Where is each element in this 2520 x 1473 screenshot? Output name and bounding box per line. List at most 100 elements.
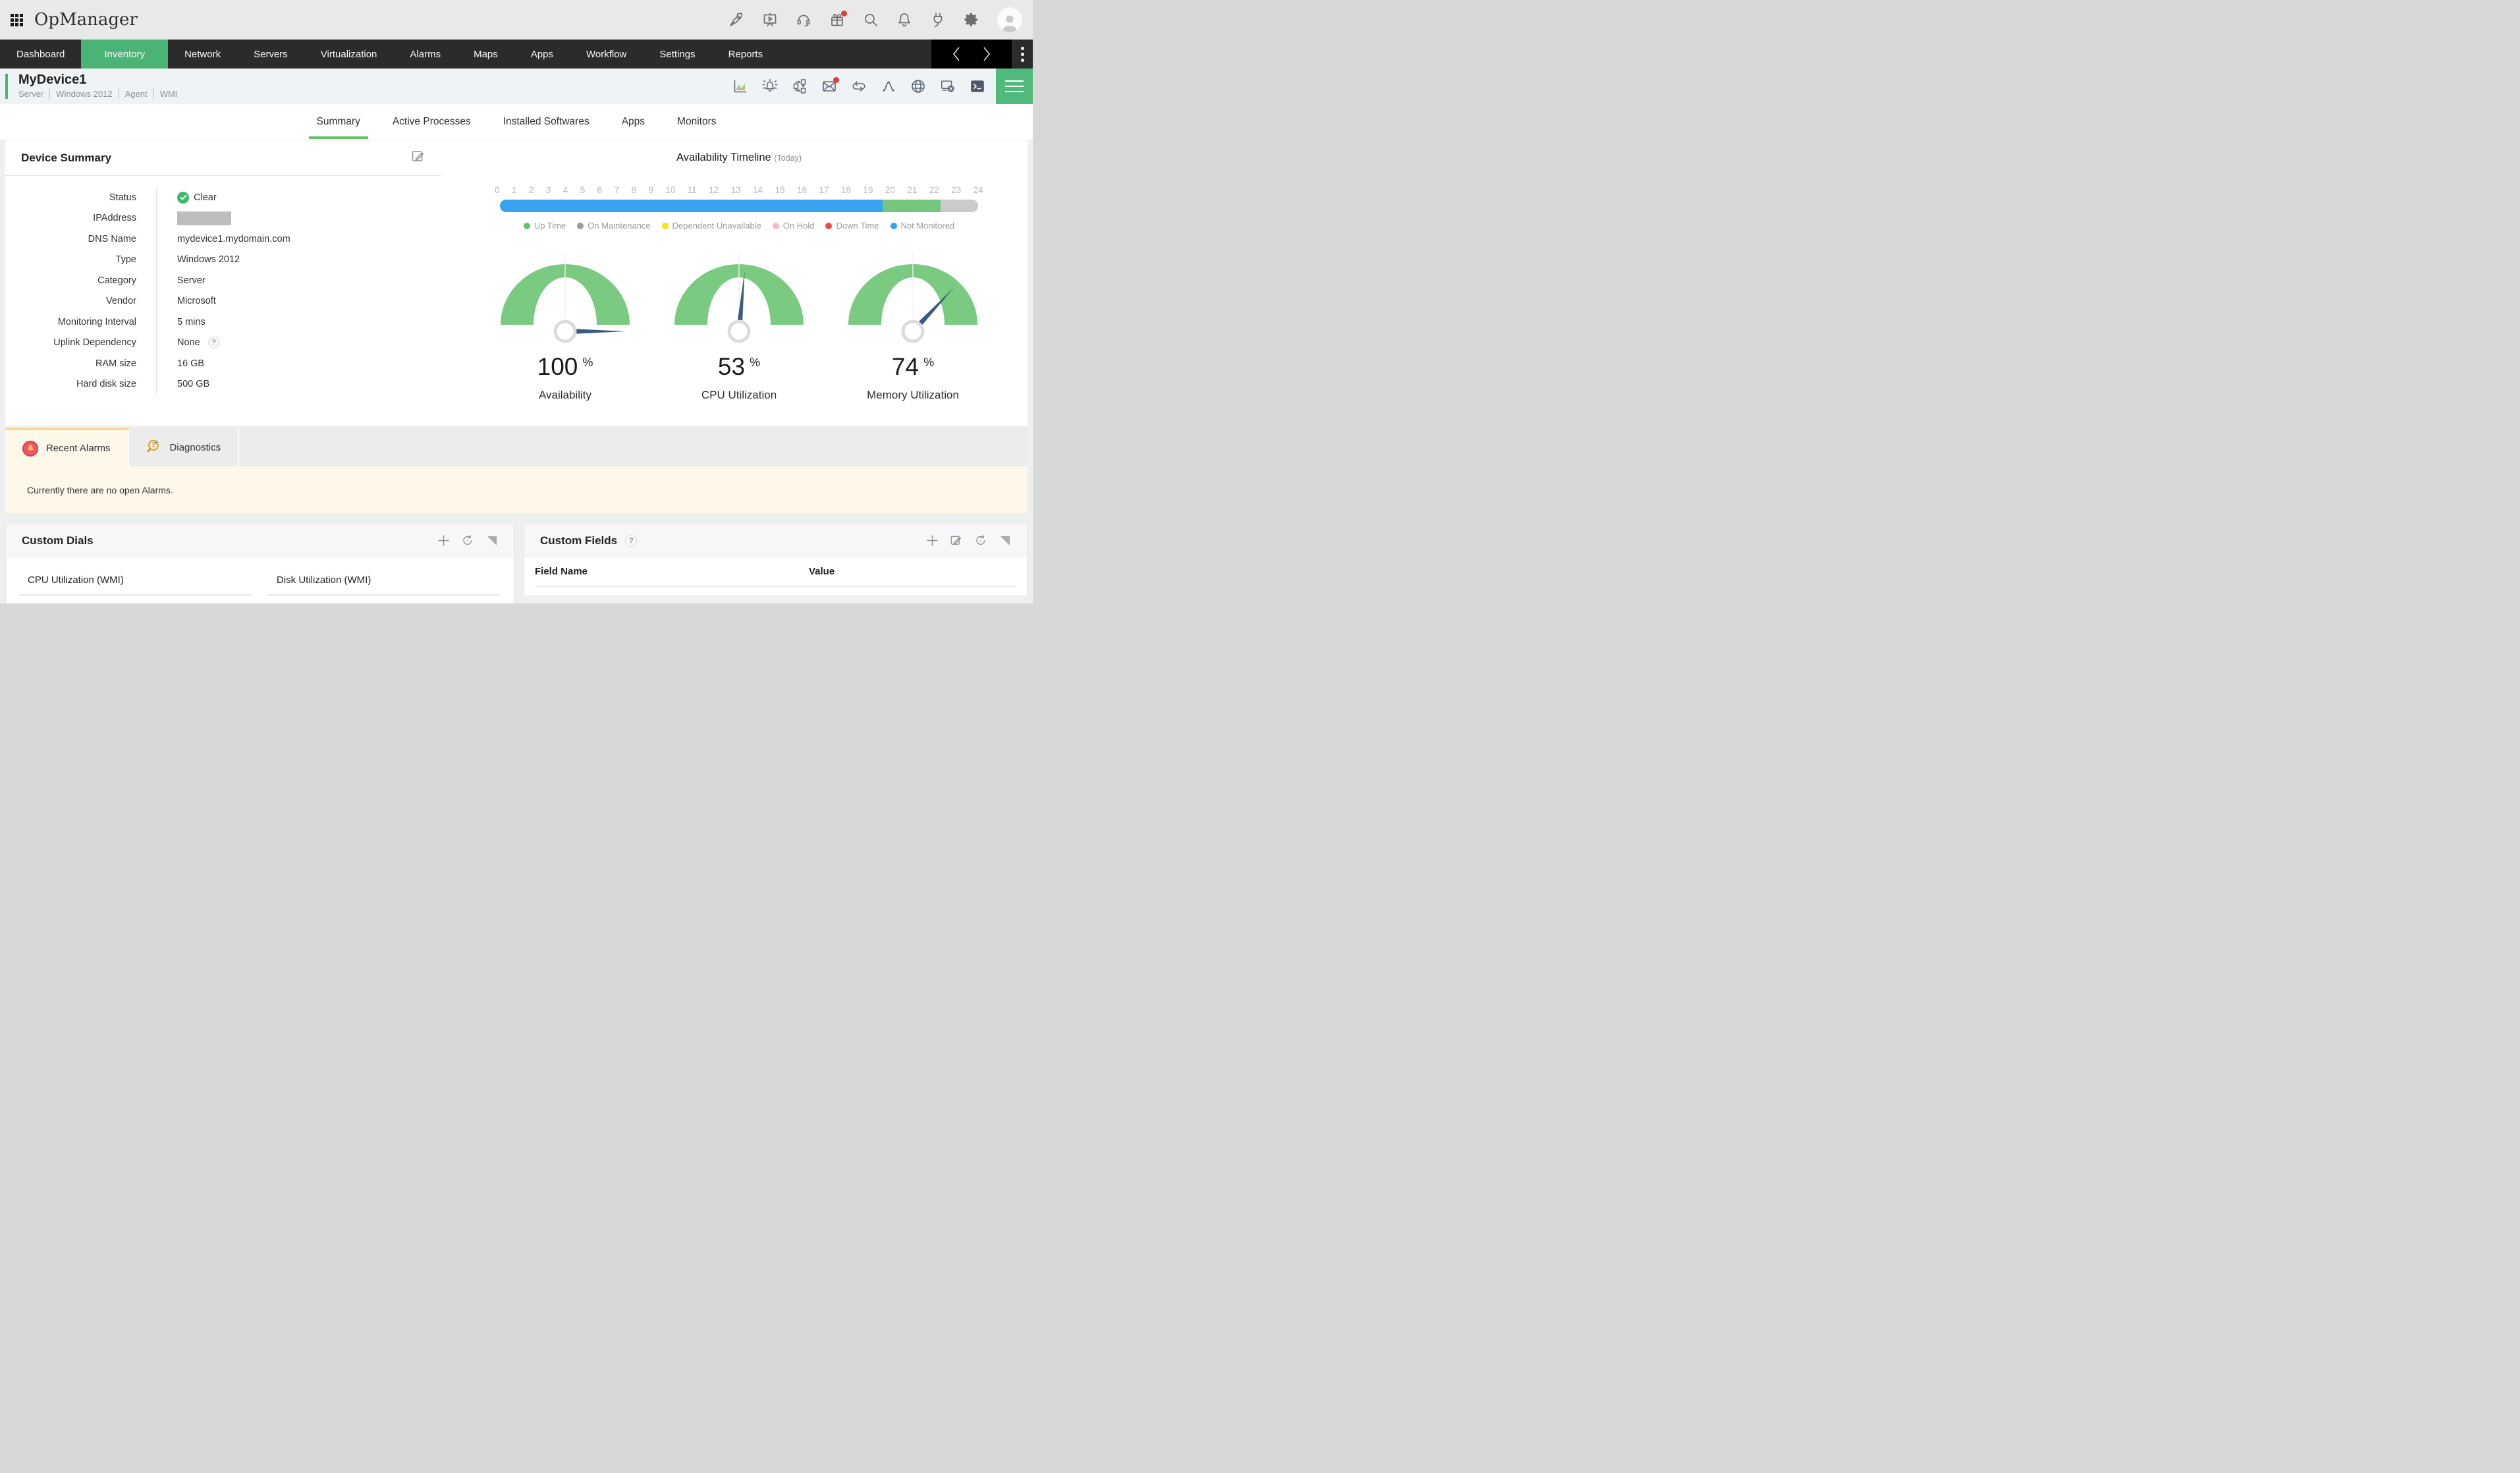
nav-item-apps[interactable]: Apps — [514, 40, 570, 69]
edit-fields-icon[interactable] — [950, 535, 962, 547]
tab-monitors[interactable]: Monitors — [677, 104, 716, 140]
summary-row-status: Status Clear — [5, 187, 441, 208]
custom-dials-card: Custom Dials CPU Utilization (WMI) Disk … — [5, 524, 514, 603]
device-meta-protocol: WMI — [153, 89, 184, 99]
nav-item-workflow[interactable]: Workflow — [570, 40, 643, 69]
tab-apps[interactable]: Apps — [622, 104, 645, 140]
dns-value: mydevice1.mydomain.com — [156, 229, 441, 250]
workflow-icon[interactable] — [792, 78, 808, 94]
timeline-axis: 0123456789101112131415161718192021222324 — [495, 185, 983, 195]
nav-item-virtualization[interactable]: Virtualization — [304, 40, 394, 69]
availability-value: 100% — [492, 353, 638, 381]
dial-divider — [19, 594, 252, 596]
opmanager-screen: OpManager — [0, 0, 1033, 603]
device-meta-type: Windows 2012 — [49, 89, 118, 99]
terminal-icon[interactable] — [970, 78, 985, 94]
performance-graph-icon[interactable] — [732, 78, 748, 94]
mail-notification-dot — [833, 77, 839, 83]
tab-active-processes[interactable]: Active Processes — [393, 104, 471, 140]
summary-card: Device Summary Status Clear IPAddress — [5, 140, 1027, 426]
alarm-bell-icon[interactable] — [762, 78, 778, 94]
summary-row-dns: DNS Name mydevice1.mydomain.com — [5, 229, 441, 250]
add-field-icon[interactable] — [926, 535, 938, 547]
tab-installed-softwares[interactable]: Installed Softwares — [503, 104, 589, 140]
legend-down-time: Down Time — [825, 221, 879, 231]
top-bar: OpManager — [0, 0, 1033, 40]
topbar-icon-group — [728, 7, 1022, 32]
nav-item-reports[interactable]: Reports — [712, 40, 780, 69]
chevron-left-icon[interactable] — [950, 44, 962, 64]
cpu-label: CPU Utilization — [666, 389, 812, 402]
nav-item-network[interactable]: Network — [168, 40, 237, 69]
custom-fields-title: Custom Fields — [540, 534, 617, 547]
expand-fields-icon[interactable] — [999, 535, 1011, 547]
cpu-gauge: 53% CPU Utilization — [666, 233, 812, 402]
status-clear-icon — [177, 192, 189, 204]
vendor-value: Microsoft — [156, 291, 441, 312]
globe-icon[interactable] — [910, 78, 926, 94]
user-avatar[interactable] — [997, 7, 1022, 32]
tab-summary[interactable]: Summary — [317, 104, 360, 140]
uplink-help-icon[interactable]: ? — [208, 337, 220, 348]
refresh-fields-icon[interactable] — [975, 535, 987, 547]
ram-value: 16 GB — [156, 353, 441, 374]
nav-item-alarms[interactable]: Alarms — [393, 40, 457, 69]
nav-item-dashboard[interactable]: Dashboard — [0, 40, 81, 69]
gear-icon[interactable] — [964, 12, 979, 28]
no-alarms-message: Currently there are no open Alarms. — [27, 485, 173, 495]
dial-disk-utilization-label: Disk Utilization (WMI) — [277, 574, 371, 586]
nav-item-servers[interactable]: Servers — [237, 40, 304, 69]
summary-row-vendor: Vendor Microsoft — [5, 291, 441, 312]
availability-timeline-bar[interactable] — [500, 200, 978, 212]
column-value: Value — [809, 566, 835, 577]
network-path-icon[interactable] — [881, 78, 896, 94]
plug-icon[interactable] — [930, 12, 946, 28]
summary-row-disk: Hard disk size 500 GB — [5, 374, 441, 395]
search-icon[interactable] — [863, 12, 879, 28]
nav-item-maps[interactable]: Maps — [457, 40, 514, 69]
product-logo: OpManager — [34, 10, 138, 30]
headset-icon[interactable] — [796, 12, 811, 28]
bell-icon[interactable] — [896, 12, 912, 28]
tab-recent-alarms[interactable]: Recent Alarms — [5, 428, 129, 466]
timeline-segment-uptime — [883, 200, 941, 212]
availability-label: Availability — [492, 389, 638, 402]
bottom-cards: Custom Dials CPU Utilization (WMI) Disk … — [5, 524, 1027, 603]
device-summary-header: Device Summary — [5, 140, 441, 176]
custom-fields-body: Field Name Value — [524, 557, 1027, 587]
more-menu-icon[interactable] — [1012, 40, 1033, 69]
add-dial-icon[interactable] — [437, 535, 449, 547]
availability-gauge: 100% Availability — [492, 233, 638, 402]
edit-device-summary-icon[interactable] — [411, 149, 425, 167]
summary-row-uplink: Uplink Dependency None ? — [5, 333, 441, 354]
device-accent-bar — [5, 74, 8, 99]
custom-fields-columns: Field Name Value — [524, 557, 1027, 577]
expand-dials-icon[interactable] — [486, 535, 498, 547]
summary-row-ipaddress: IPAddress — [5, 208, 441, 229]
remote-desktop-icon[interactable] — [940, 78, 956, 94]
tab-diagnostics[interactable]: Diagnostics — [129, 428, 240, 466]
presentation-play-icon[interactable] — [762, 12, 778, 28]
device-summary-rows: Status Clear IPAddress DNS Name mydevice… — [5, 176, 441, 395]
timeline-subtitle: (Today) — [774, 153, 802, 163]
apps-grid-icon[interactable] — [11, 14, 23, 26]
mail-icon[interactable] — [821, 78, 837, 94]
legend-on-hold: On Hold — [773, 221, 815, 231]
timeline-title: Availability Timeline (Today) — [451, 152, 1027, 164]
chevron-right-icon[interactable] — [981, 44, 993, 64]
nav-item-settings[interactable]: Settings — [643, 40, 711, 69]
gift-icon[interactable] — [829, 12, 845, 28]
rocket-icon[interactable] — [728, 12, 744, 28]
custom-fields-help-icon[interactable]: ? — [625, 535, 637, 547]
summary-row-type: Type Windows 2012 — [5, 250, 441, 271]
custom-dials-header: Custom Dials — [6, 524, 514, 557]
refresh-dials-icon[interactable] — [462, 535, 474, 547]
nav-item-inventory[interactable]: Inventory — [81, 40, 168, 69]
fields-table-divider — [535, 586, 1016, 587]
gift-notification-dot — [841, 11, 847, 16]
nav-spacer — [779, 40, 931, 69]
hamburger-menu-icon[interactable] — [996, 69, 1033, 104]
custom-fields-header: Custom Fields ? — [524, 524, 1027, 557]
legend-up-time: Up Time — [524, 221, 566, 231]
sync-loop-icon[interactable] — [851, 78, 867, 94]
